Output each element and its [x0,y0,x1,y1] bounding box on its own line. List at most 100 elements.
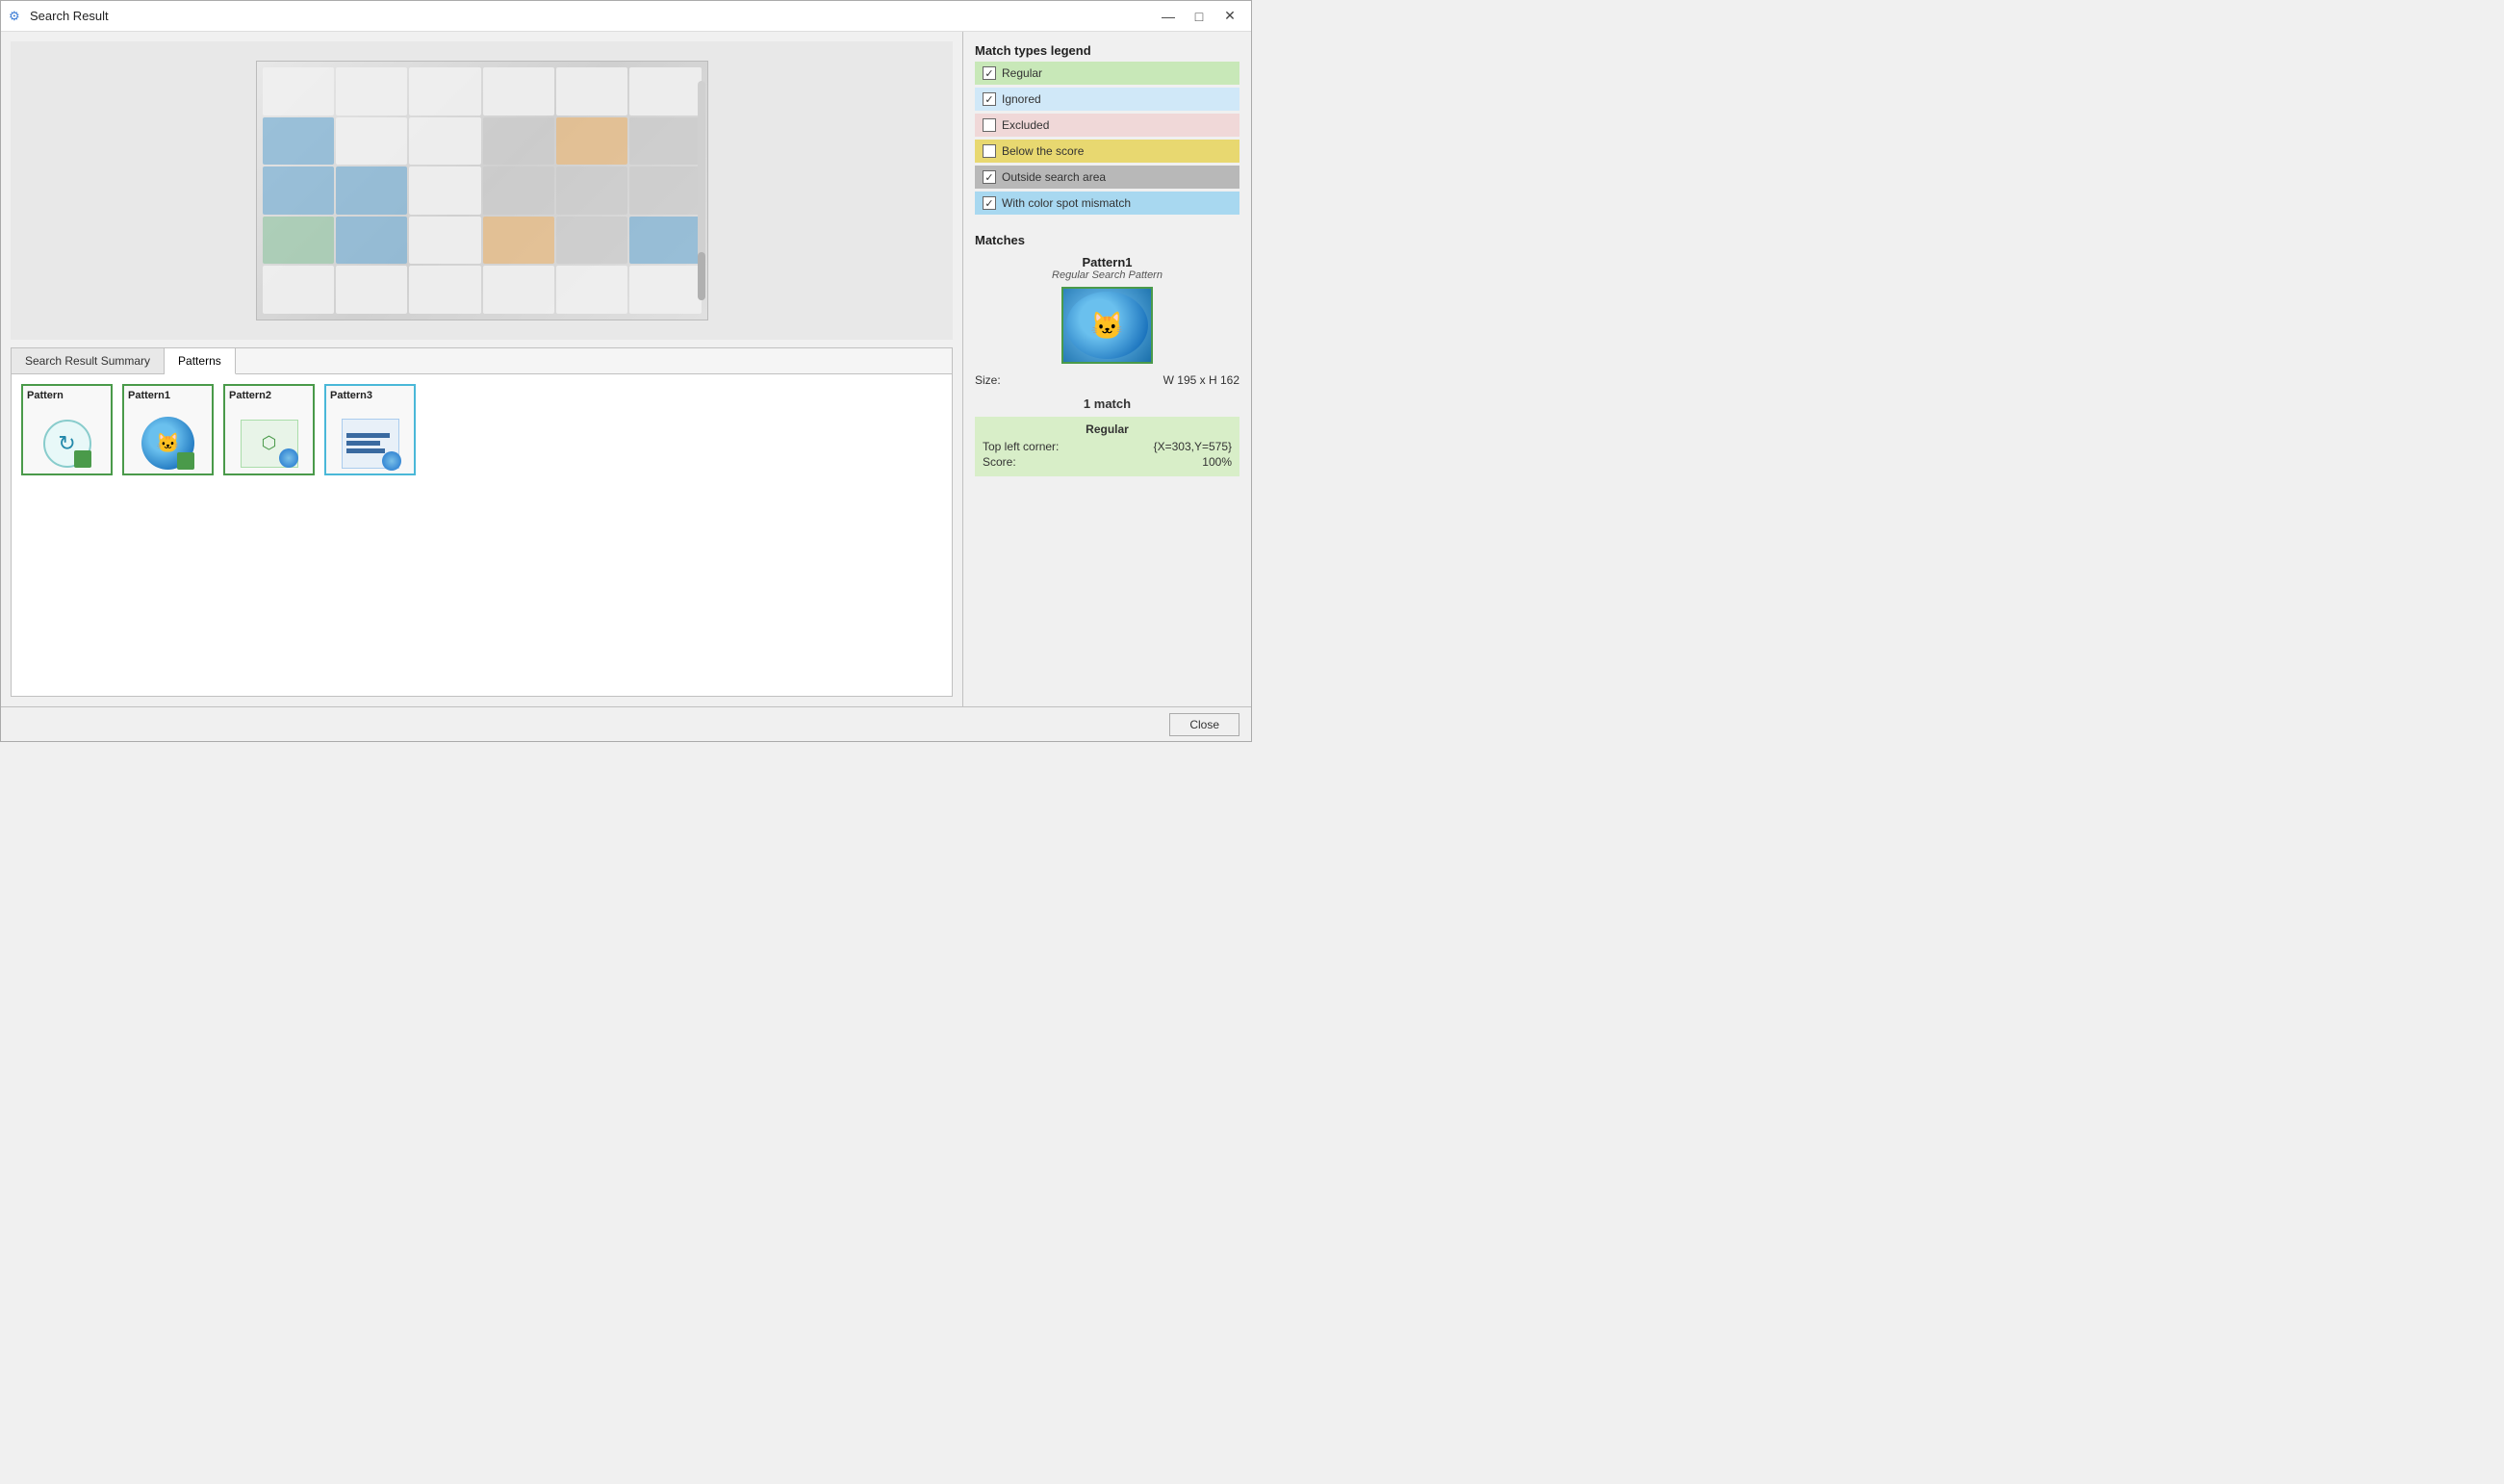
match-image: 🐱 [1061,287,1153,364]
mock-cell [483,266,554,314]
mock-cell [629,266,701,314]
footer-bar: Close [1,706,1251,741]
pattern-overlay-icon [279,448,298,468]
main-content: Search Result Summary Patterns Pattern ↻ [1,32,1251,706]
legend-section: Match types legend Regular Ignored Exclu… [975,43,1239,217]
legend-label-below-score: Below the score [1002,144,1084,158]
mock-cell [409,266,480,314]
close-button[interactable]: Close [1169,713,1239,736]
mock-cell [629,166,701,215]
mock-cell [483,217,554,265]
mock-cell [263,67,334,115]
mock-cell [483,166,554,215]
legend-checkbox-regular[interactable] [983,66,996,80]
mock-cell [336,217,407,265]
match-pattern-type: Regular Search Pattern [975,269,1239,281]
legend-label-outside-search: Outside search area [1002,170,1106,184]
legend-label-ignored: Ignored [1002,92,1041,106]
mock-cell [263,117,334,166]
legend-checkbox-ignored[interactable] [983,92,996,106]
pattern-image: 🐱 [138,417,199,470]
pattern-image [340,417,401,470]
mock-cell [483,67,554,115]
score-label: Score: [983,455,1016,469]
list-item[interactable]: Pattern3 [324,384,416,475]
match-details-top-left: Top left corner: {X=303,Y=575} [983,440,1232,453]
match-count: 1 match [975,397,1239,411]
score-value: 100% [1202,455,1232,469]
pattern-label: Pattern1 [128,390,170,401]
legend-checkbox-outside-search[interactable] [983,170,996,184]
screenshot-area [11,41,953,340]
screenshot-mock [257,62,707,320]
pattern-overlay2-icon [382,451,401,471]
legend-checkbox-color-mismatch[interactable] [983,196,996,210]
match-cat-icon: 🐱 [1090,310,1124,342]
right-panel: Match types legend Regular Ignored Exclu… [962,32,1251,706]
match-details-score: Score: 100% [983,455,1232,469]
legend-item-outside-search[interactable]: Outside search area [975,166,1239,189]
mock-cell [556,67,627,115]
scrollbar[interactable] [698,81,705,300]
mock-cell [409,67,480,115]
top-left-value: {X=303,Y=575} [1154,440,1232,453]
match-size-row: Size: W 195 x H 162 [975,371,1239,389]
scrollbar-thumb[interactable] [698,252,705,300]
legend-item-color-mismatch[interactable]: With color spot mismatch [975,192,1239,215]
legend-item-below-score[interactable]: Below the score [975,140,1239,163]
match-details: Regular Top left corner: {X=303,Y=575} S… [975,417,1239,476]
maximize-button[interactable]: □ [1186,6,1213,27]
legend-item-ignored[interactable]: Ignored [975,88,1239,111]
minimize-button[interactable]: — [1155,6,1182,27]
mock-cell [556,217,627,265]
mock-cell [336,166,407,215]
bottom-panel: Search Result Summary Patterns Pattern ↻ [11,347,953,697]
matches-section: Matches Pattern1 Regular Search Pattern … [975,233,1239,476]
list-item[interactable]: Pattern ↻ [21,384,113,475]
tab-patterns[interactable]: Patterns [165,348,236,374]
pattern-label: Pattern [27,390,64,401]
pattern-label: Pattern3 [330,390,372,401]
mock-cell [556,266,627,314]
legend-checkbox-excluded[interactable] [983,118,996,132]
left-panel: Search Result Summary Patterns Pattern ↻ [1,32,962,706]
pattern-image: ↻ [37,417,98,470]
legend-label-color-mismatch: With color spot mismatch [1002,196,1131,210]
mock-cell [409,117,480,166]
tab-search-result-summary[interactable]: Search Result Summary [12,348,165,373]
match-size-value: W 195 x H 162 [1163,373,1239,387]
tab-bar: Search Result Summary Patterns [12,348,952,374]
mock-cell [336,67,407,115]
match-pattern-name: Pattern1 [975,255,1239,269]
pattern-image: ⬡ [239,417,300,470]
patterns-content: Pattern ↻ Pattern1 [12,374,952,696]
mock-cell [556,166,627,215]
legend-checkbox-below-score[interactable] [983,144,996,158]
title-bar-controls: — □ ✕ [1155,6,1243,27]
close-window-button[interactable]: ✕ [1216,6,1243,27]
mock-cell [336,266,407,314]
legend-label-excluded: Excluded [1002,118,1049,132]
match-image-container: 🐱 [975,287,1239,364]
pattern-corner-icon [177,452,194,470]
mock-cell [629,217,701,265]
list-item[interactable]: Pattern1 🐱 [122,384,214,475]
match-size-label: Size: [975,373,1001,387]
mock-cell [409,166,480,215]
window-title: Search Result [30,9,1155,23]
pattern-corner-icon [74,450,91,468]
app-icon: ⚙ [9,9,24,24]
mock-cell [629,117,701,166]
screenshot-preview [256,61,708,320]
mock-cell [336,117,407,166]
legend-item-excluded[interactable]: Excluded [975,114,1239,137]
mock-cell [556,117,627,166]
mock-cell [409,217,480,265]
list-item[interactable]: Pattern2 ⬡ [223,384,315,475]
legend-label-regular: Regular [1002,66,1042,80]
mock-cell [263,166,334,215]
title-bar: ⚙ Search Result — □ ✕ [1,1,1251,32]
match-image-inner: 🐱 [1066,292,1148,359]
mock-cell [263,217,334,265]
legend-item-regular[interactable]: Regular [975,62,1239,85]
